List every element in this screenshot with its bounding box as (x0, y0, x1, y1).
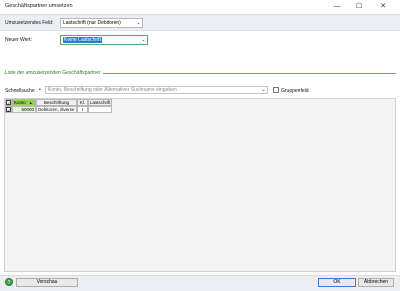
close-button[interactable]: ✕ (374, 0, 392, 14)
minimize-button[interactable]: — (328, 0, 346, 14)
column-header-lastschrift[interactable]: Lastschrift (88, 99, 112, 106)
search-icon[interactable]: • (39, 87, 41, 93)
chevron-down-icon[interactable]: ⌄ (260, 86, 267, 94)
field-select[interactable]: Lastschrift (nur Debitoren) ⌄ (60, 18, 143, 28)
table-row-select-cell[interactable]: ✓ (5, 106, 12, 113)
help-icon[interactable]: ? (5, 278, 13, 286)
window-title: Geschäftspartner umsetzen (5, 3, 73, 9)
preview-button[interactable]: Vorschau (16, 278, 78, 287)
chevron-down-icon[interactable]: ⌄ (140, 36, 147, 44)
sort-ascending-icon: ▲ (29, 101, 33, 105)
field-label: Umzusetzendes Feld: (5, 20, 54, 26)
select-all-cell[interactable]: ✓ (5, 99, 12, 106)
group-field-checkbox[interactable] (273, 87, 279, 93)
partner-table (4, 98, 396, 272)
new-value-selected-text: Keine Lastschrift (63, 37, 102, 43)
new-value-label: Neuer Wert: (5, 37, 32, 43)
column-header-beschriftung[interactable]: Beschriftung (36, 99, 77, 106)
quick-search-label: Schnellsuche (5, 88, 35, 94)
section-title: Liste der umzusetzenden Geschäftspartner (5, 70, 103, 76)
ok-button[interactable]: OK (318, 278, 356, 287)
table-cell-kl[interactable]: I (77, 106, 88, 113)
group-field-label: Gruppenfeld (281, 88, 309, 94)
column-header-kl[interactable]: Kl. (77, 99, 88, 106)
maximize-button[interactable]: ☐ (350, 0, 368, 14)
column-header-konto-label: Konto (14, 100, 26, 105)
chevron-down-icon[interactable]: ⌄ (135, 19, 142, 27)
new-value-select[interactable]: Keine Lastschrift ⌄ (60, 35, 148, 45)
row-checkbox[interactable]: ✓ (6, 107, 11, 112)
cancel-button[interactable]: Abbrechen (358, 278, 394, 287)
column-header-konto[interactable]: Konto ▲ (12, 99, 36, 106)
field-select-value: Lastschrift (nur Debitoren) (63, 20, 121, 26)
table-cell-lastschrift[interactable] (88, 106, 112, 113)
quick-search-input[interactable]: Konto, Beschriftung oder Alternativer Su… (45, 86, 268, 94)
table-cell-konto[interactable]: 50000 (12, 106, 36, 113)
select-all-checkbox[interactable]: ✓ (6, 100, 11, 105)
table-cell-beschriftung[interactable]: Debitoren, diverse (36, 106, 77, 113)
